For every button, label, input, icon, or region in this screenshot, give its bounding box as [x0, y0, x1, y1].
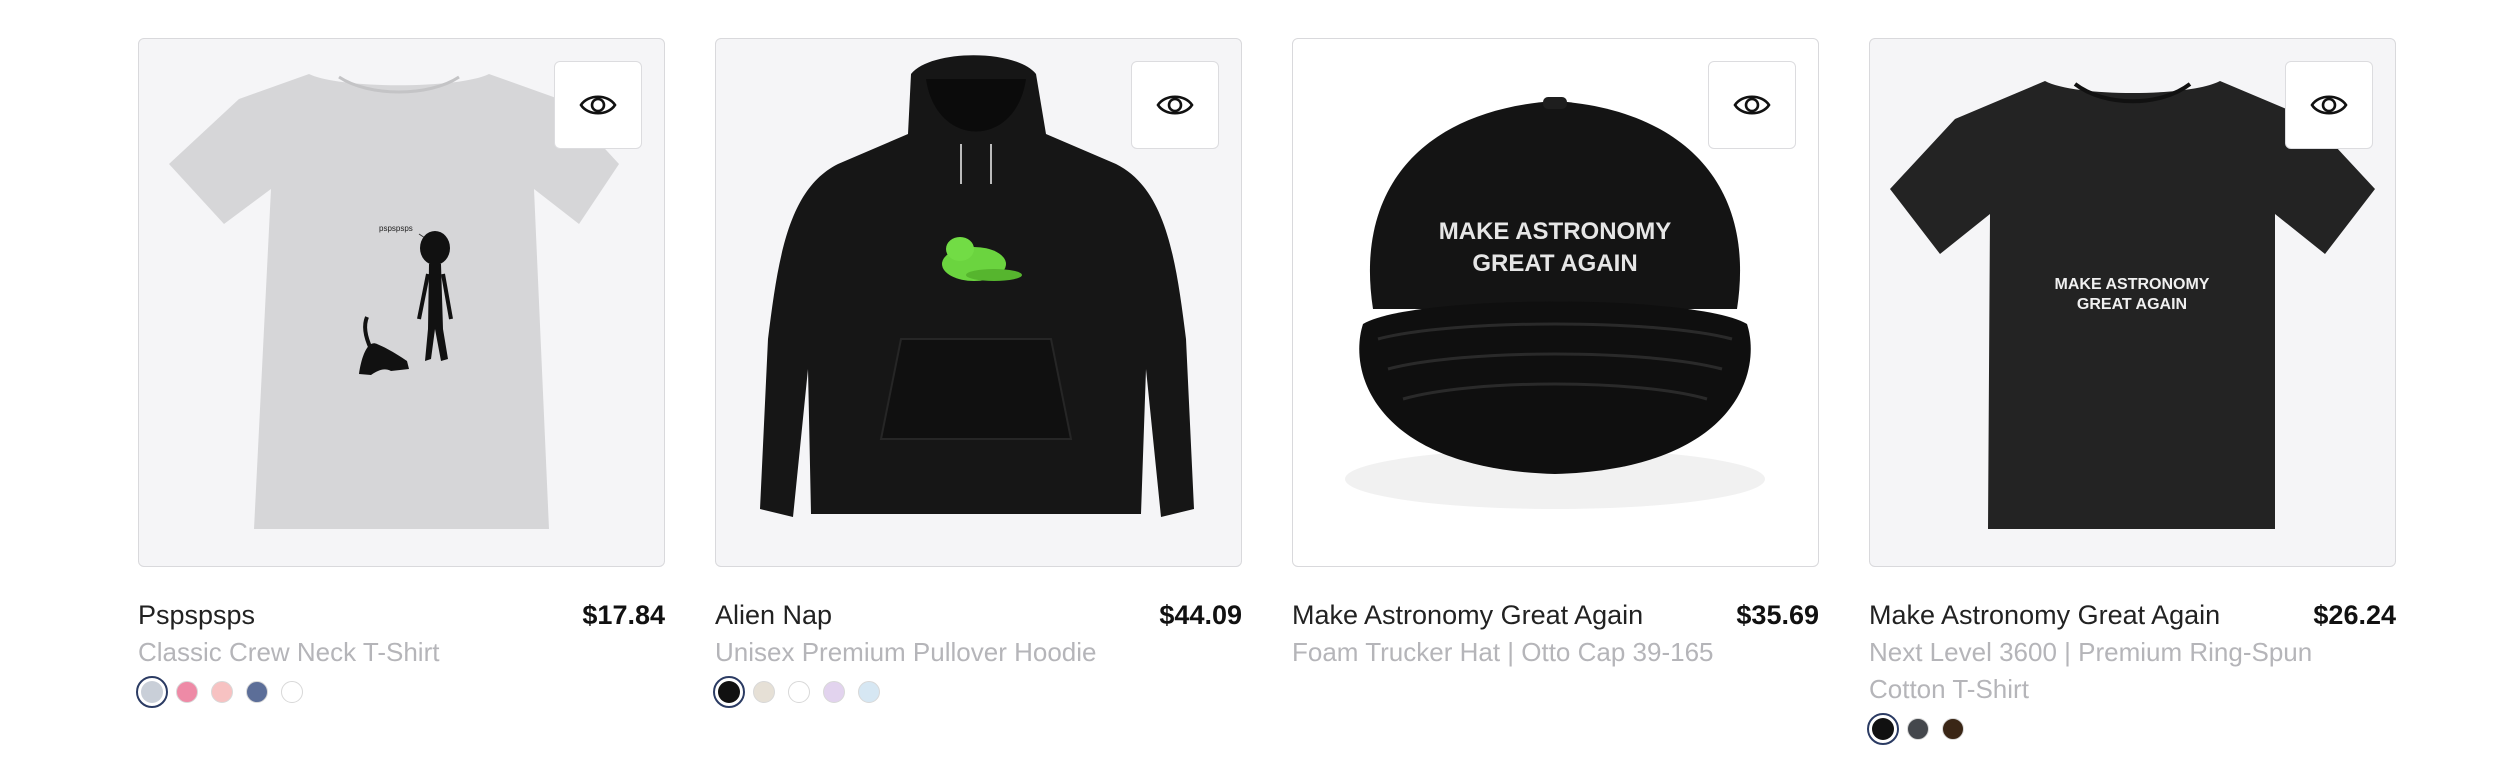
product-card[interactable]: pspspsps Pspspsps $17.84 Classic Crew Ne… — [136, 38, 665, 708]
color-swatches — [136, 676, 665, 708]
color-swatch[interactable] — [1867, 713, 1899, 745]
cap-print-line1: MAKE ASTRONOMY — [1439, 218, 1671, 245]
eye-icon — [1733, 95, 1771, 115]
product-image[interactable] — [715, 38, 1242, 567]
color-swatch[interactable] — [713, 676, 745, 708]
color-swatch[interactable] — [281, 681, 303, 703]
product-subtitle: Foam Trucker Hat | Otto Cap 39-165 — [1292, 637, 1714, 667]
quick-view-button[interactable] — [1708, 61, 1796, 149]
product-info: Make Astronomy Great Again $26.24 Next L… — [1867, 597, 2396, 745]
product-image[interactable]: MAKE ASTRONOMY GREAT AGAIN — [1292, 38, 1819, 567]
product-card[interactable]: Alien Nap $44.09 Unisex Premium Pullover… — [713, 38, 1242, 708]
product-image[interactable]: MAKE ASTRONOMY GREAT AGAIN — [1869, 38, 2396, 567]
color-swatch[interactable] — [1942, 718, 1964, 740]
quick-view-button[interactable] — [554, 61, 642, 149]
quick-view-button[interactable] — [1131, 61, 1219, 149]
product-image[interactable]: pspspsps — [138, 38, 665, 567]
color-swatches — [713, 676, 1242, 708]
product-info: Pspspsps $17.84 Classic Crew Neck T-Shir… — [136, 597, 665, 708]
eye-icon — [2310, 95, 2348, 115]
shirt-print-line1: MAKE ASTRONOMY — [2055, 276, 2210, 293]
product-card[interactable]: MAKE ASTRONOMY GREAT AGAIN Make Astronom… — [1867, 38, 2396, 745]
color-swatch[interactable] — [788, 681, 810, 703]
color-swatch[interactable] — [246, 681, 268, 703]
product-info: Alien Nap $44.09 Unisex Premium Pullover… — [713, 597, 1242, 708]
eye-icon — [1156, 95, 1194, 115]
color-swatch[interactable] — [1907, 718, 1929, 740]
color-swatch[interactable] — [176, 681, 198, 703]
product-info: Make Astronomy Great Again $35.69 Foam T… — [1292, 597, 1819, 671]
product-price: $17.84 — [582, 600, 665, 630]
shirt-print-line2: GREAT AGAIN — [2077, 296, 2187, 313]
color-swatch[interactable] — [858, 681, 880, 703]
product-price: $35.69 — [1736, 600, 1819, 630]
product-subtitle: Next Level 3600 | Premium Ring-Spun Cott… — [1869, 637, 2313, 704]
product-price: $26.24 — [2313, 600, 2396, 630]
color-swatches — [1867, 713, 2396, 745]
cap-print-line2: GREAT AGAIN — [1472, 250, 1637, 277]
eye-icon — [579, 95, 617, 115]
product-card[interactable]: MAKE ASTRONOMY GREAT AGAIN Make Astronom… — [1292, 38, 1819, 671]
product-subtitle: Classic Crew Neck T-Shirt — [138, 637, 440, 667]
quick-view-button[interactable] — [2285, 61, 2373, 149]
shirt-print-text: pspspsps — [379, 224, 413, 233]
color-swatch[interactable] — [753, 681, 775, 703]
color-swatch[interactable] — [136, 676, 168, 708]
product-subtitle: Unisex Premium Pullover Hoodie — [715, 637, 1097, 667]
color-swatch[interactable] — [823, 681, 845, 703]
product-price: $44.09 — [1159, 600, 1242, 630]
color-swatch[interactable] — [211, 681, 233, 703]
